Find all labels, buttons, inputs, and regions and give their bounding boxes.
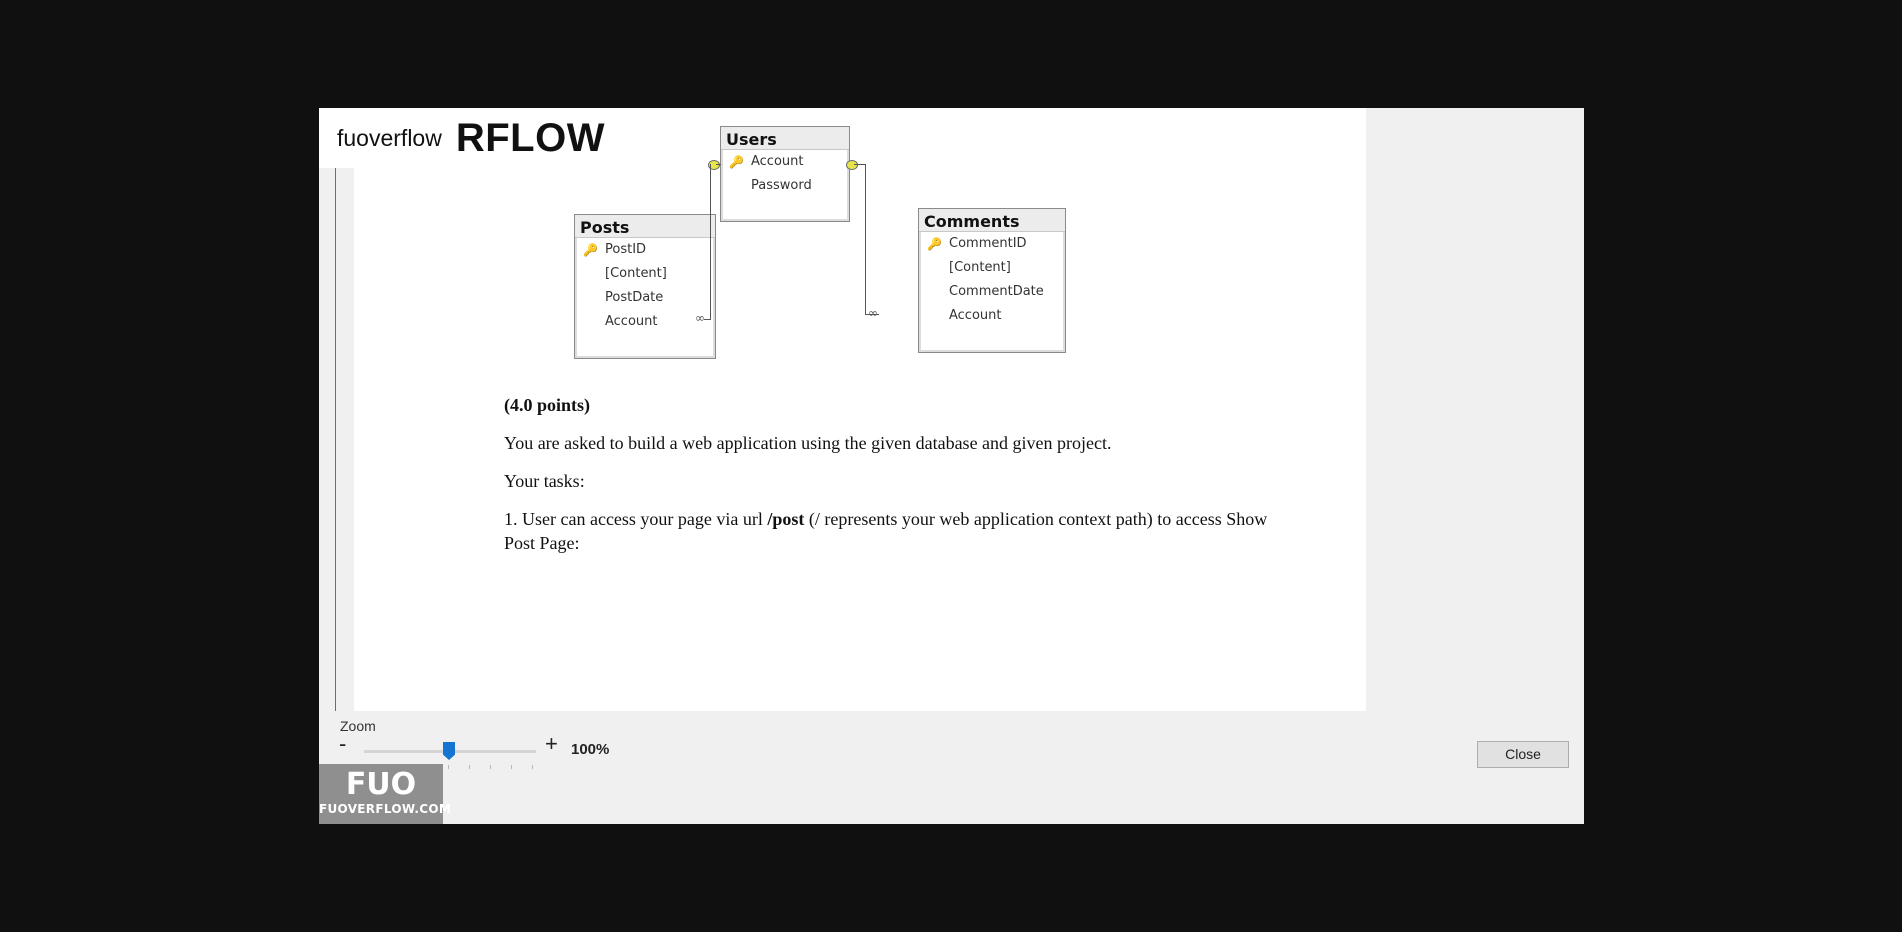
users-field-password-label: Password (751, 178, 812, 193)
comments-field-content: [Content] (919, 256, 1065, 280)
posts-many-end: ∞ (695, 311, 705, 325)
posts-field-postid-label: PostID (605, 242, 647, 257)
task-1-suffix: (/ represents your web application conte… (804, 509, 1268, 529)
zoom-plus[interactable]: + (545, 731, 558, 757)
users-table-title: Users (721, 127, 849, 150)
task-1-line-1: 1. User can access your page via url /po… (504, 509, 1267, 530)
logo-big-text: RFLOW (455, 115, 605, 160)
posts-field-postid: 🔑 PostID (575, 238, 715, 262)
document-viewer[interactable]: Users 🔑 Account Password Posts 🔑 PostID [C… (335, 108, 1568, 711)
key-icon: 🔑 (729, 155, 744, 169)
users-posts-connector-v (710, 164, 711, 319)
users-field-password: Password (721, 174, 849, 198)
points-heading: (4.0 points) (504, 395, 591, 415)
posts-field-postdate-label: PostDate (605, 290, 664, 305)
comments-table-title: Comments (919, 209, 1065, 232)
comments-many-end: ∞ (868, 306, 878, 320)
bottom-panel: Zoom - + 100% Close (319, 711, 1584, 824)
users-comments-key-end (846, 160, 858, 170)
posts-table-title: Posts (575, 215, 715, 238)
fuoverflow-badge: FUO FUOVERFLOW.COM (319, 764, 452, 824)
users-posts-connector-h1 (716, 164, 721, 165)
key-icon: 🔑 (927, 237, 942, 251)
users-field-account-label: Account (751, 154, 804, 169)
task-1-url: /post (767, 509, 805, 529)
comments-field-commentid: 🔑 CommentID (919, 232, 1065, 256)
posts-table: Posts 🔑 PostID [Content] PostDate Account (574, 214, 716, 359)
comments-field-commentdate: CommentDate (919, 280, 1065, 304)
posts-field-account: Account (575, 310, 715, 334)
key-icon: 🔑 (583, 243, 598, 257)
posts-field-account-label: Account (605, 314, 658, 329)
document-page: Users 🔑 Account Password Posts 🔑 PostID [C… (354, 108, 1366, 711)
exam-viewer-window: Users 🔑 Account Password Posts 🔑 PostID [C… (319, 108, 1584, 824)
comments-field-account: Account (919, 304, 1065, 328)
zoom-value: 100% (571, 741, 610, 758)
vertical-scrollbar[interactable]: ⌄ (1565, 108, 1568, 711)
close-button[interactable]: Close (1477, 741, 1569, 768)
posts-field-content: [Content] (575, 262, 715, 286)
tasks-label: Your tasks: (504, 471, 585, 491)
comments-table: Comments 🔑 CommentID [Content] CommentDat… (918, 208, 1066, 353)
task-1-prefix: 1. User can access your page via url (504, 509, 768, 529)
fuo-url-text: FUOVERFLOW.COM (319, 802, 452, 816)
zoom-slider-thumb[interactable] (443, 742, 455, 760)
comments-field-content-label: [Content] (949, 260, 1011, 275)
posts-field-postdate: PostDate (575, 286, 715, 310)
fuo-logo-mark: FUO (345, 767, 417, 802)
users-table: Users 🔑 Account Password (720, 126, 850, 222)
comments-field-account-label: Account (949, 308, 1002, 323)
comments-field-commentid-label: CommentID (949, 236, 1027, 251)
zoom-minus[interactable]: - (339, 731, 346, 757)
intro-paragraph: You are asked to build a web application… (504, 433, 1112, 453)
users-posts-connector-h2 (704, 319, 711, 320)
users-comments-connector-v (865, 164, 866, 314)
watermark-logo-banner: fuoverflow RFLOW (319, 108, 609, 168)
logo-small-text: fuoverflow (337, 124, 442, 151)
task-1-line-2: Post Page: (504, 533, 580, 553)
users-field-account: 🔑 Account (721, 150, 849, 174)
comments-field-commentdate-label: CommentDate (949, 284, 1044, 299)
posts-field-content-label: [Content] (605, 266, 667, 281)
